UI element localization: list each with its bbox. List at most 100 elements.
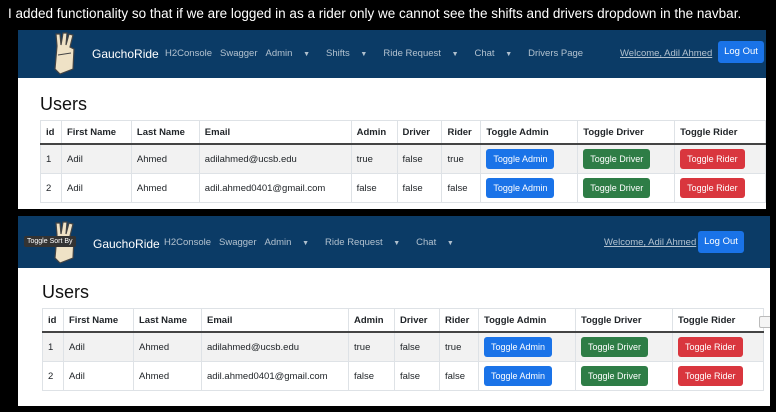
screenshot-panel-rider-view: Toggle Sort By GauchoRide H2Console Swag… [18,216,770,406]
nav-shifts-dropdown[interactable]: Shifts ▼ [326,48,375,59]
cell-last-name: Ahmed [133,331,202,362]
cell-toggle-driver: Toggle Driver [577,143,676,174]
column-header[interactable]: Rider [441,120,482,145]
brand-link[interactable]: GauchoRide [92,47,159,61]
nav-chat-label: Chat [416,237,437,248]
cell-id: 2 [42,361,64,391]
column-header[interactable]: Toggle Admin [478,308,576,333]
column-header[interactable]: Toggle Rider [672,308,764,333]
column-header[interactable]: Last Name [130,120,200,145]
caret-down-icon: ▼ [302,240,310,247]
nav-h2console[interactable]: H2Console [165,48,212,59]
screenshot-panel-admin-view: GauchoRide H2Console Swagger Admin ▼ Shi… [18,30,766,209]
cell-toggle-driver: Toggle Driver [575,331,673,362]
welcome-link[interactable]: Welcome, Adil Ahmed [620,48,712,59]
cell-driver: false [394,361,440,391]
cell-rider: true [439,331,479,362]
nav-links: H2Console Swagger Admin ▼ Ride Request ▼… [164,237,470,248]
caret-down-icon: ▼ [360,51,368,58]
nav-chat-label: Chat [474,48,495,59]
toggle-driver-button[interactable]: Toggle Driver [583,178,651,198]
toggle-rider-button[interactable]: Toggle Rider [680,178,745,198]
column-header[interactable]: id [42,308,64,333]
toggle-rider-button[interactable]: Toggle Rider [678,337,743,357]
column-header[interactable]: Rider [439,308,479,333]
nav-swagger[interactable]: Swagger [219,237,257,248]
caret-down-icon: ▼ [446,240,454,247]
table-row: 1 Adil Ahmed adilahmed@ucsb.edu true fal… [42,331,764,362]
cell-toggle-admin: Toggle Admin [478,361,576,391]
cell-toggle-rider: Toggle Rider [672,331,764,362]
column-header[interactable]: Admin [350,120,398,145]
brand-link[interactable]: GauchoRide [93,237,160,251]
column-header[interactable]: id [40,120,62,145]
toggle-admin-button[interactable]: Toggle Admin [486,149,555,169]
cell-id: 2 [40,173,62,203]
column-header[interactable]: Last Name [133,308,202,333]
logout-button[interactable]: Log Out [698,231,744,253]
toggle-driver-button[interactable]: Toggle Driver [581,366,649,386]
table-row: 2 Adil Ahmed adil.ahmed0401@gmail.com fa… [40,173,766,203]
nav-admin-dropdown[interactable]: Admin ▼ [266,48,319,59]
column-header[interactable]: Toggle Driver [575,308,673,333]
cell-id: 1 [42,331,64,362]
table-row: 1 Adil Ahmed adilahmed@ucsb.edu true fal… [40,143,766,174]
toggle-admin-button[interactable]: Toggle Admin [484,337,553,357]
welcome-link[interactable]: Welcome, Adil Ahmed [604,237,696,248]
cell-email: adil.ahmed0401@gmail.com [198,173,352,203]
column-header[interactable]: Email [201,308,349,333]
cell-email: adil.ahmed0401@gmail.com [201,361,349,391]
nav-swagger[interactable]: Swagger [220,48,258,59]
nav-chat-dropdown[interactable]: Chat ▼ [475,48,521,59]
toggle-admin-button[interactable]: Toggle Admin [484,366,553,386]
toggle-rider-button[interactable]: Toggle Rider [678,366,743,386]
caret-down-icon: ▼ [451,51,459,58]
cell-last-name: Ahmed [133,361,202,391]
cell-email: adilahmed@ucsb.edu [198,143,352,174]
column-header[interactable]: Toggle Rider [674,120,766,145]
cell-admin: true [350,143,398,174]
toggle-admin-button[interactable]: Toggle Admin [486,178,555,198]
cell-driver: false [394,331,440,362]
sort-handle-icon[interactable] [759,316,770,328]
toggle-rider-button[interactable]: Toggle Rider [680,149,745,169]
cell-toggle-driver: Toggle Driver [577,173,676,203]
toggle-driver-button[interactable]: Toggle Driver [581,337,649,357]
column-header[interactable]: Admin [348,308,395,333]
nav-admin-dropdown[interactable]: Admin ▼ [265,237,318,248]
cell-rider: false [441,173,482,203]
cell-admin: false [350,173,398,203]
caret-down-icon: ▼ [393,240,401,247]
caret-down-icon: ▼ [303,51,311,58]
cell-first-name: Adil [60,173,132,203]
toggle-driver-button[interactable]: Toggle Driver [583,149,651,169]
nav-ride-request-dropdown[interactable]: Ride Request ▼ [383,48,466,59]
column-header[interactable]: Toggle Admin [480,120,579,145]
table-header-row: id First Name Last Name Email Admin Driv… [40,120,766,145]
users-table: id First Name Last Name Email Admin Driv… [42,308,764,391]
column-header[interactable]: First Name [63,308,134,333]
logout-button[interactable]: Log Out [718,41,764,63]
navbar: Toggle Sort By GauchoRide H2Console Swag… [18,216,770,268]
column-header[interactable]: Driver [396,120,443,145]
nav-chat-dropdown[interactable]: Chat ▼ [416,237,462,248]
page-title: Users [42,282,90,302]
table-row: 2 Adil Ahmed adil.ahmed0401@gmail.com fa… [42,361,764,391]
column-header[interactable]: Driver [394,308,440,333]
gaucho-hand-logo-icon [54,32,75,75]
sort-tooltip: Toggle Sort By [24,236,76,247]
column-header[interactable]: Email [198,120,352,145]
nav-ride-request-dropdown[interactable]: Ride Request ▼ [325,237,408,248]
cell-rider: false [439,361,479,391]
navbar: GauchoRide H2Console Swagger Admin ▼ Shi… [18,30,766,78]
column-header[interactable]: Toggle Driver [577,120,676,145]
nav-admin-label: Admin [264,237,292,248]
nav-drivers-page[interactable]: Drivers Page [528,48,583,59]
cell-toggle-admin: Toggle Admin [478,331,576,362]
nav-h2console[interactable]: H2Console [164,237,211,248]
column-header[interactable]: First Name [60,120,132,145]
cell-rider: true [441,143,482,174]
nav-ride-request-label: Ride Request [325,237,383,248]
cell-email: adilahmed@ucsb.edu [201,331,349,362]
nav-links: H2Console Swagger Admin ▼ Shifts ▼ Ride … [165,48,591,59]
